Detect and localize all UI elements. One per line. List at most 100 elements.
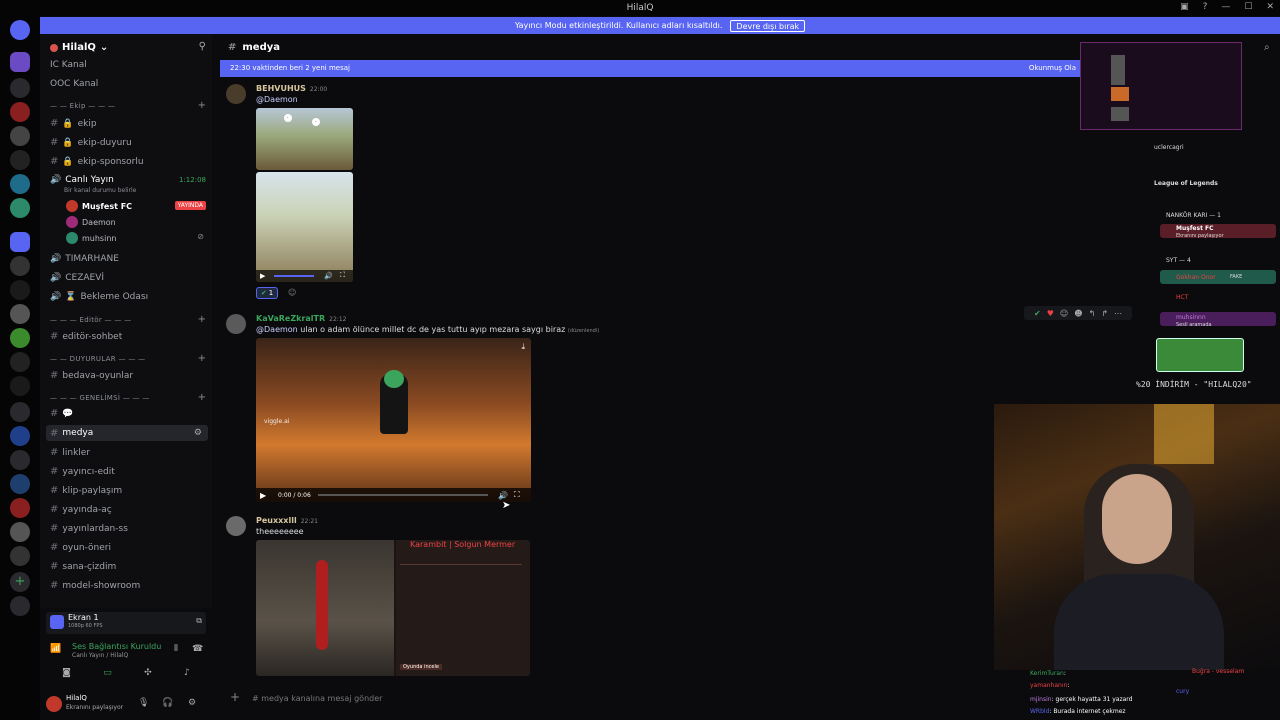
channel-chat[interactable]: # 💬 [50, 408, 74, 419]
channel-editor-sohbet[interactable]: # editör-sohbet [50, 331, 122, 342]
camera-icon[interactable]: ◙ [62, 668, 71, 684]
channel-ooc-kanal[interactable]: OOC Kanal [50, 79, 98, 89]
server-icon[interactable] [10, 102, 30, 122]
server-icon[interactable] [10, 522, 30, 542]
message-image[interactable]: Karambit | Solgun Mermer Oyunda incele [256, 540, 530, 676]
invite-icon[interactable]: ⚲ [199, 41, 206, 52]
server-icon[interactable] [10, 450, 30, 470]
voice-channel-bekleme[interactable]: 🔊 ⌛ Bekleme Odası [50, 292, 148, 302]
server-icon[interactable] [10, 352, 30, 372]
channel-model-showroom[interactable]: # model-showroom [50, 580, 140, 591]
headphones-icon[interactable]: 🎧 [162, 698, 173, 708]
attach-icon[interactable]: + [230, 690, 240, 704]
popout-icon[interactable]: ⧉ [196, 616, 202, 626]
server-icon[interactable] [10, 304, 30, 324]
category-editor[interactable]: — — — Editör — — — [50, 316, 132, 324]
emoji-icon[interactable]: ☺ [1060, 309, 1068, 318]
category-duyurular[interactable]: — — DUYURULAR — — — [50, 355, 145, 363]
reaction[interactable]: ✔ 1 [256, 287, 278, 299]
server-name-button[interactable]: HilalQ ⌄ [50, 42, 108, 53]
user-info[interactable]: HilalQ Ekranını paylaşıyor 🎙 🎧 ⚙ [46, 692, 206, 716]
inbox-icon[interactable]: ▣ [1180, 2, 1189, 12]
help-icon[interactable]: ? [1203, 2, 1208, 12]
play-icon[interactable]: ▶ [260, 272, 265, 280]
voice-user[interactable]: Muşfest FC [66, 200, 132, 212]
maximize-button[interactable]: ☐ [1244, 2, 1252, 12]
microphone-icon[interactable]: 🎙 [138, 698, 149, 708]
channel-ekip-duyuru[interactable]: # 🔒 ekip-duyuru [50, 137, 132, 148]
message-video[interactable]: viggle.ai ⤓ ▶ 0:00 / 0:06 🔊 ⛶ [256, 338, 531, 502]
add-channel-icon[interactable]: + [198, 353, 206, 364]
disconnect-icon[interactable]: ☎ [192, 644, 203, 654]
fullscreen-icon[interactable]: ⛶ [340, 271, 345, 280]
avatar[interactable] [226, 84, 246, 104]
channel-medya[interactable]: # medya ⚙ [46, 425, 208, 441]
discover-icon[interactable] [10, 596, 30, 616]
share-screen-icon[interactable]: ▭ [103, 668, 112, 684]
gear-icon[interactable]: ⚙ [194, 428, 202, 438]
disable-streamer-mode-button[interactable]: Devre dışı bırak [730, 19, 806, 32]
channel-ekip[interactable]: # 🔒 ekip [50, 118, 97, 129]
server-icon[interactable] [10, 150, 30, 170]
voice-user[interactable]: muhsinn [66, 232, 116, 244]
server-icon[interactable] [10, 498, 30, 518]
message-author[interactable]: KaVaReZkralTR 22:12 [256, 314, 346, 323]
avatar[interactable] [226, 314, 246, 334]
message-author[interactable]: BEHVUHUS 22:00 [256, 84, 327, 93]
home-icon[interactable] [10, 20, 30, 40]
voice-user[interactable]: Daemon [66, 216, 116, 228]
channel-linkler[interactable]: # linkler [50, 447, 90, 458]
category-ekip[interactable]: — — Ekip — — — [50, 102, 115, 110]
channel-yayinda-ac[interactable]: # yayında-aç [50, 504, 112, 515]
close-button[interactable]: ✕ [1266, 2, 1274, 12]
activity-icon[interactable]: ✣ [144, 668, 152, 684]
server-icon[interactable] [10, 198, 30, 218]
channel-oyun-oneri[interactable]: # oyun-öneri [50, 542, 111, 553]
voice-channel-cezaevi[interactable]: 🔊 CEZAEVİ [50, 273, 104, 283]
check-reaction-icon[interactable]: ✔ [1034, 309, 1041, 318]
channel-sana-cizdim[interactable]: # sana-çizdim [50, 561, 116, 572]
server-icon[interactable] [10, 256, 30, 276]
add-reaction-icon[interactable]: ☺ [288, 288, 296, 297]
progress-bar[interactable] [274, 275, 314, 277]
minimize-button[interactable]: — [1221, 2, 1230, 12]
add-channel-icon[interactable]: + [198, 392, 206, 403]
server-icon[interactable] [10, 280, 30, 300]
add-channel-icon[interactable]: + [198, 100, 206, 111]
volume-icon[interactable]: 🔊 [324, 272, 333, 280]
mark-as-read-button[interactable]: Okunmuş Ola [1029, 60, 1076, 77]
server-icon[interactable] [10, 402, 30, 422]
message-input[interactable]: # medya kanalına mesaj gönder [252, 690, 992, 708]
add-reaction-icon[interactable]: ☻ [1074, 309, 1082, 318]
server-icon[interactable] [10, 426, 30, 446]
mention[interactable]: @Daemon [256, 325, 298, 334]
channel-ekip-sponsorlu[interactable]: # 🔒 ekip-sponsorlu [50, 156, 144, 167]
voice-channel-timarhane[interactable]: 🔊 TIMARHANE [50, 254, 119, 264]
server-icon[interactable] [10, 174, 30, 194]
screen-share-panel[interactable]: Ekran 1 1080p 60 FPS ⧉ [46, 612, 206, 634]
soundboard-icon[interactable]: ♪ [184, 668, 190, 684]
play-icon[interactable]: ▶ [260, 491, 266, 500]
server-icon[interactable] [10, 126, 30, 146]
avatar[interactable] [226, 516, 246, 536]
server-icon[interactable] [10, 474, 30, 494]
voice-channel-status[interactable]: Bir kanal durumu belirle [64, 187, 136, 194]
add-channel-icon[interactable]: + [198, 314, 206, 325]
volume-icon[interactable]: 🔊 [498, 491, 508, 500]
server-icon[interactable] [10, 328, 30, 348]
fullscreen-icon[interactable]: ⛶ [514, 490, 520, 500]
search-icon[interactable]: ⌕ [1264, 42, 1270, 53]
noise-suppression-icon[interactable]: ⦀ [174, 644, 178, 654]
message-author[interactable]: Peuxxxlll 22:21 [256, 516, 318, 525]
download-icon[interactable]: ⤓ [521, 342, 525, 352]
server-icon[interactable] [10, 52, 30, 72]
server-icon[interactable] [10, 232, 30, 252]
reply-icon[interactable]: ↰ [1089, 309, 1096, 318]
channel-bedava-oyunlar[interactable]: # bedava-oyunlar [50, 370, 133, 381]
channel-klip-paylasim[interactable]: # klip-paylaşım [50, 485, 122, 496]
inspect-button[interactable]: Oyunda incele [400, 664, 442, 670]
voice-channel-canli-yayin[interactable]: 🔊 Canlı Yayın [50, 175, 114, 185]
heart-reaction-icon[interactable]: ♥ [1047, 309, 1054, 318]
add-server-icon[interactable]: + [10, 572, 30, 592]
forward-icon[interactable]: ↱ [1101, 309, 1108, 318]
